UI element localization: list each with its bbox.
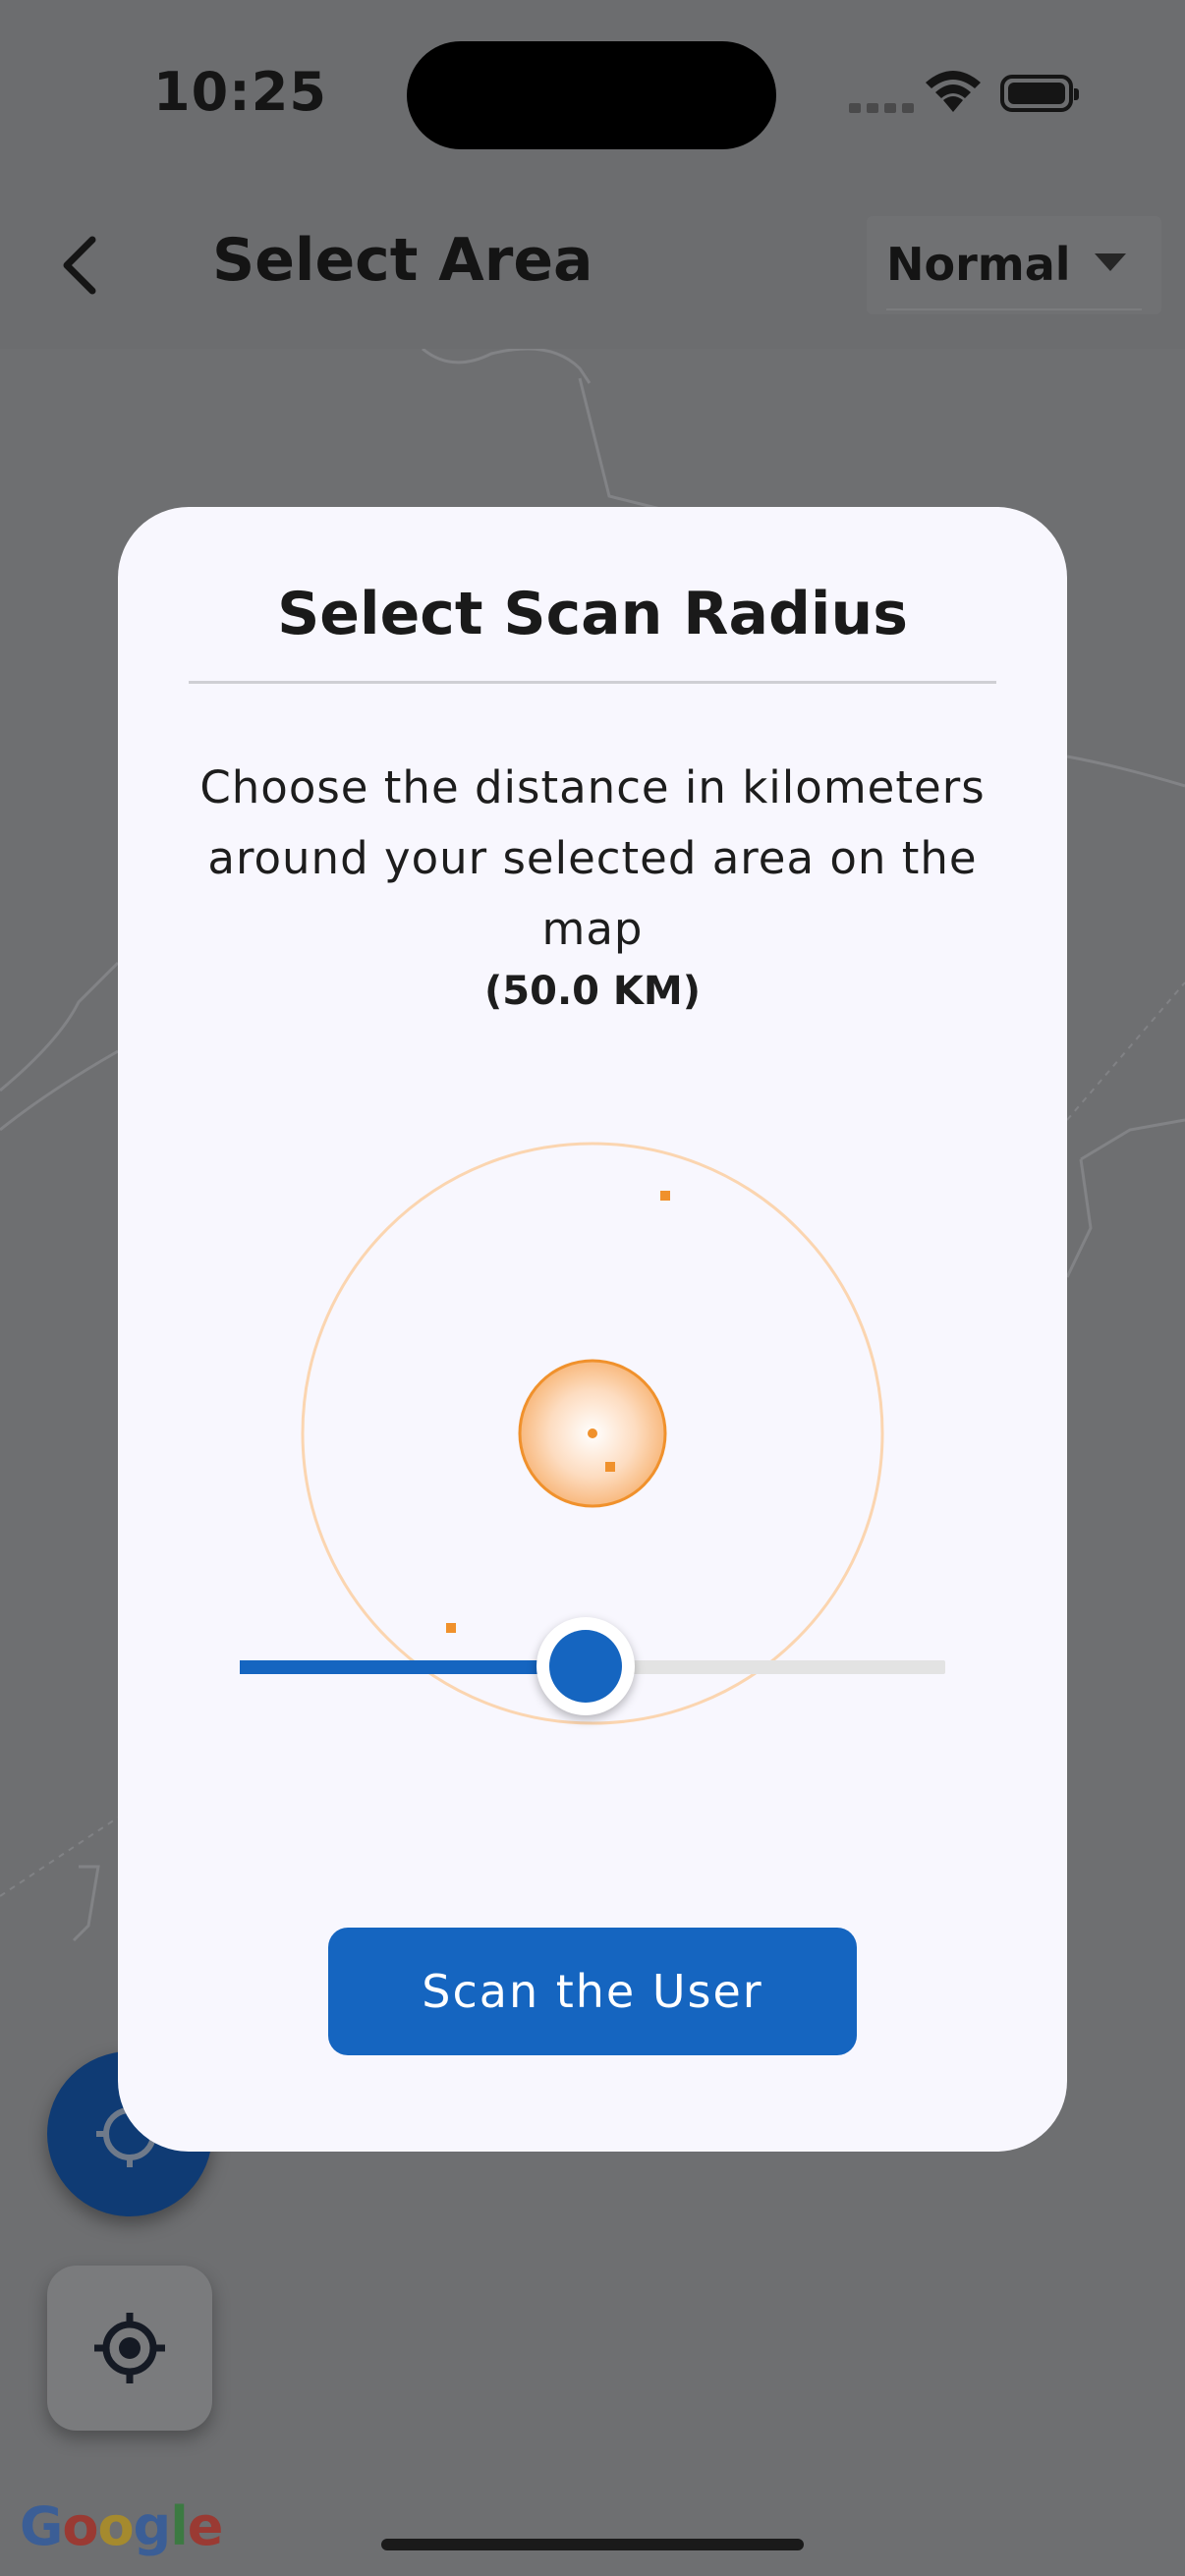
select-area-screen: 10:25 Select Area Normal Google Select S… xyxy=(0,0,1185,2576)
map-type-selected-value: Normal xyxy=(886,238,1071,291)
my-location-button[interactable] xyxy=(47,2266,212,2431)
dynamic-island xyxy=(407,41,776,149)
home-indicator xyxy=(381,2539,804,2550)
dialog-description: Choose the distance in kilometers around… xyxy=(199,761,986,955)
status-bar: 10:25 xyxy=(0,0,1185,196)
scan-user-button[interactable]: Scan the User xyxy=(328,1928,857,2055)
battery-icon xyxy=(1000,75,1079,112)
app-bar: Select Area Normal xyxy=(0,196,1185,349)
back-chevron-icon[interactable] xyxy=(51,226,110,305)
dropdown-underline xyxy=(886,308,1142,310)
status-time: 10:25 xyxy=(153,61,327,123)
dialog-title: Select Scan Radius xyxy=(277,580,908,648)
dialog-divider xyxy=(189,681,996,684)
radius-slider[interactable] xyxy=(240,1617,945,1715)
my-location-icon xyxy=(94,2313,165,2383)
slider-thumb[interactable] xyxy=(536,1617,635,1715)
slider-active-track xyxy=(240,1660,586,1674)
page-title: Select Area xyxy=(212,226,593,295)
wifi-icon xyxy=(926,71,981,112)
caret-down-icon xyxy=(1095,253,1126,271)
scan-radius-dialog: Select Scan Radius Choose the distance i… xyxy=(118,507,1067,2152)
cellular-signal-icon xyxy=(849,98,920,117)
radius-value-label: (50.0 KM) xyxy=(484,969,701,1014)
map-type-dropdown[interactable]: Normal xyxy=(867,216,1161,314)
google-logo: Google xyxy=(20,2495,223,2557)
